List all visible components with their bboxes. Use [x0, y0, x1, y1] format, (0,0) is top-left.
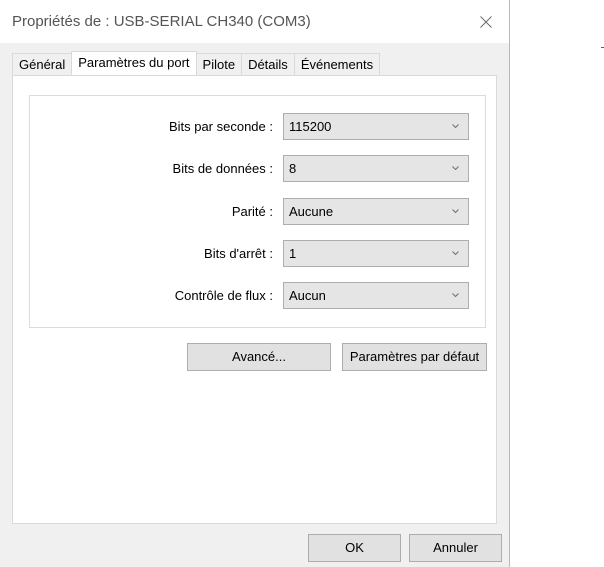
- properties-dialog: Propriétés de : USB-SERIAL CH340 (COM3) …: [0, 0, 510, 567]
- chevron-down-icon: [452, 124, 459, 128]
- restore-defaults-button[interactable]: Paramètres par défaut: [342, 343, 487, 371]
- setting-row-data-bits: Bits de données : 8: [30, 155, 485, 182]
- data-bits-value: 8: [289, 161, 297, 176]
- close-button[interactable]: [471, 7, 501, 37]
- flow-control-value: Aucun: [289, 288, 326, 303]
- tab-driver[interactable]: Pilote: [195, 53, 243, 75]
- flow-control-select[interactable]: Aucun: [283, 282, 469, 309]
- chevron-down-icon: [452, 251, 459, 255]
- tab-strip: Général Paramètres du port Pilote Détail…: [12, 51, 381, 75]
- baud-rate-select[interactable]: 115200: [283, 113, 469, 140]
- parity-select[interactable]: Aucune: [283, 198, 469, 225]
- ok-button[interactable]: OK: [308, 534, 401, 562]
- tab-general[interactable]: Général: [12, 53, 73, 75]
- window-title: Propriétés de : USB-SERIAL CH340 (COM3): [12, 13, 311, 30]
- stop-bits-value: 1: [289, 246, 297, 261]
- title-bar[interactable]: Propriétés de : USB-SERIAL CH340 (COM3): [0, 0, 509, 43]
- stop-bits-select[interactable]: 1: [283, 240, 469, 267]
- setting-row-stop-bits: Bits d'arrêt : 1: [30, 240, 485, 267]
- close-icon: [480, 16, 492, 28]
- tab-events[interactable]: Événements: [293, 53, 381, 75]
- data-bits-select[interactable]: 8: [283, 155, 469, 182]
- advanced-button[interactable]: Avancé...: [187, 343, 331, 371]
- parity-value: Aucune: [289, 204, 334, 219]
- parity-label: Parité :: [231, 204, 273, 219]
- flow-control-label: Contrôle de flux :: [174, 288, 273, 303]
- stop-bits-label: Bits d'arrêt :: [204, 246, 273, 261]
- baud-label: Bits par seconde :: [168, 119, 273, 134]
- setting-row-baud: Bits par seconde : 115200: [30, 113, 485, 140]
- chevron-down-icon: [452, 166, 459, 170]
- tab-details[interactable]: Détails: [241, 53, 295, 75]
- chevron-down-icon: [452, 293, 459, 297]
- settings-group: Bits par seconde : 115200 Bits de donnée…: [29, 95, 486, 328]
- baud-rate-value: 115200: [289, 119, 332, 134]
- cancel-button[interactable]: Annuler: [409, 534, 502, 562]
- setting-row-parity: Parité : Aucune: [30, 198, 485, 225]
- data-bits-label: Bits de données :: [172, 161, 273, 176]
- setting-row-flow-control: Contrôle de flux : Aucun: [30, 282, 485, 309]
- tab-port-settings[interactable]: Paramètres du port: [71, 51, 197, 75]
- port-settings-panel: Bits par seconde : 115200 Bits de donnée…: [12, 75, 497, 524]
- chevron-down-icon: [452, 209, 459, 213]
